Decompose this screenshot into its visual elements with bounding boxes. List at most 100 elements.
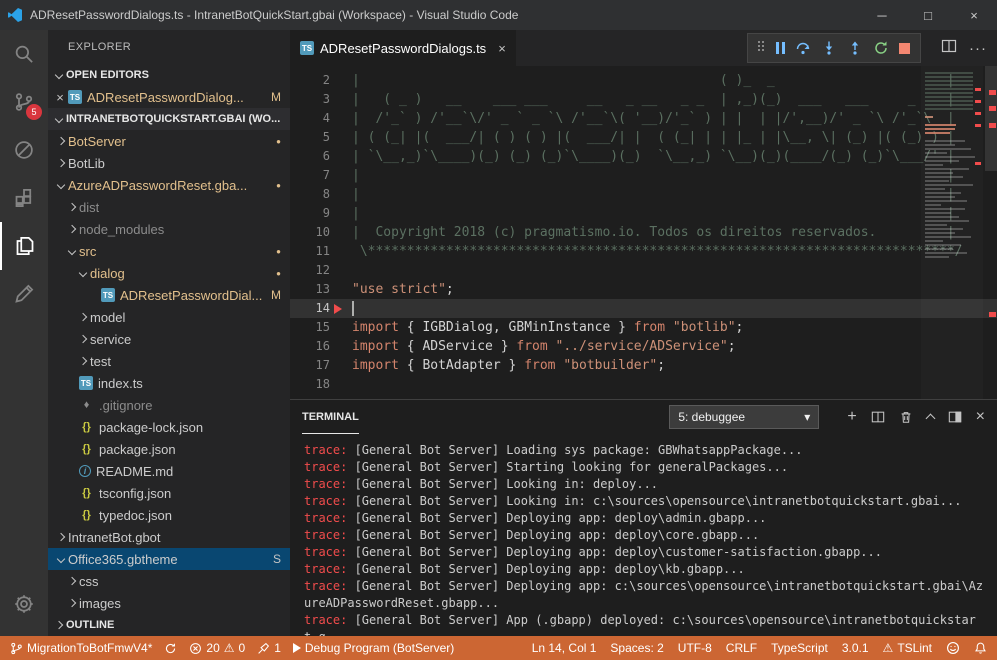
edit-icon[interactable] xyxy=(0,270,48,318)
tree-item[interactable]: AzureADPasswordReset.gba...● xyxy=(48,174,290,196)
tree-item[interactable]: {}tsconfig.json xyxy=(48,482,290,504)
more-actions-icon[interactable]: ··· xyxy=(969,40,987,57)
chevron-right-icon xyxy=(52,618,66,632)
open-editors-label: OPEN EDITORS xyxy=(66,69,149,81)
tree-item-label: IntranetBot.gbot xyxy=(68,530,161,545)
new-terminal-icon[interactable]: + xyxy=(847,408,856,426)
explorer-icon[interactable] xyxy=(0,222,48,270)
step-out-button[interactable] xyxy=(847,40,863,56)
tab-terminal[interactable]: TERMINAL xyxy=(302,400,359,434)
maximize-panel-icon[interactable] xyxy=(927,412,934,422)
chevron-right-icon xyxy=(76,310,90,324)
tree-item[interactable]: service xyxy=(48,328,290,350)
problems-item[interactable]: 20 ⚠ 0 xyxy=(189,641,245,655)
code-editor[interactable]: 2| ( )_ _ |3| ( _ ) __ ___ ___ __ _ __ _… xyxy=(290,66,997,399)
braces-file-icon: {} xyxy=(79,443,94,455)
tree-item[interactable]: dialog● xyxy=(48,262,290,284)
cursor-position[interactable]: Ln 14, Col 1 xyxy=(532,641,597,655)
task-count: 1 xyxy=(274,641,281,655)
twisty-spacer xyxy=(87,288,101,302)
line-content: | ( _ ) __ ___ ___ __ _ __ _ _ | ,_)(_) … xyxy=(352,90,955,109)
debug-target-label: Debug Program (BotServer) xyxy=(305,641,454,655)
tree-item-label: tsconfig.json xyxy=(99,486,171,501)
panel-layout-icon[interactable] xyxy=(948,410,962,424)
log-level: trace: xyxy=(304,528,347,542)
split-terminal-icon[interactable] xyxy=(871,410,885,424)
tree-item[interactable]: ♦.gitignore xyxy=(48,394,290,416)
debug-target-item[interactable]: Debug Program (BotServer) xyxy=(293,641,454,655)
tree-item[interactable]: BotLib xyxy=(48,152,290,174)
tree-item[interactable]: IntranetBot.gbot xyxy=(48,526,290,548)
git-status-badge: M xyxy=(271,288,281,302)
minimap[interactable] xyxy=(921,66,983,399)
log-level: trace: xyxy=(304,443,347,457)
tree-item[interactable]: dist xyxy=(48,196,290,218)
tree-item[interactable]: css xyxy=(48,570,290,592)
extensions-icon[interactable] xyxy=(0,174,48,222)
explorer-tree: BotServer●BotLibAzureADPasswordReset.gba… xyxy=(48,130,290,614)
log-level: trace: xyxy=(304,477,347,491)
open-editors-header[interactable]: OPEN EDITORS xyxy=(48,64,290,86)
chevron-right-icon xyxy=(65,574,79,588)
terminal-panel: TERMINAL 5: debuggee ▾ + xyxy=(290,399,997,636)
log-message: [General Bot Server] Deploying app: depl… xyxy=(347,562,744,576)
split-editor-icon[interactable] xyxy=(941,38,957,59)
tree-item[interactable]: src● xyxy=(48,240,290,262)
tslint-item[interactable]: ⚠ TSLint xyxy=(883,641,932,655)
step-into-button[interactable] xyxy=(821,40,837,56)
editor-scrollbar[interactable] xyxy=(985,66,997,171)
tree-item[interactable]: model xyxy=(48,306,290,328)
minimize-button[interactable]: ─ xyxy=(859,0,905,30)
tree-item[interactable]: {}package-lock.json xyxy=(48,416,290,438)
tree-item[interactable]: images xyxy=(48,592,290,614)
tree-item[interactable]: {}package.json xyxy=(48,438,290,460)
code-line: 11 \************************************… xyxy=(290,242,997,261)
kill-terminal-icon[interactable] xyxy=(899,410,913,424)
debug-icon[interactable] xyxy=(0,126,48,174)
language-mode[interactable]: TypeScript xyxy=(771,641,828,655)
tree-item[interactable]: node_modules xyxy=(48,218,290,240)
source-control-icon[interactable]: 5 xyxy=(0,78,48,126)
open-editor-item[interactable]: × TS ADResetPasswordDialog... M xyxy=(48,86,290,108)
close-editor-icon[interactable]: × xyxy=(52,90,68,105)
line-content: | `\__,_)`\____)(_) (_) (_)`\____)(_) `\… xyxy=(352,147,955,166)
search-icon[interactable] xyxy=(0,30,48,78)
encoding[interactable]: UTF-8 xyxy=(678,641,712,655)
line-number: 10 xyxy=(290,223,330,242)
notifications-bell-icon[interactable] xyxy=(974,641,987,655)
close-panel-icon[interactable]: × xyxy=(976,408,985,426)
tree-item[interactable]: {}typedoc.json xyxy=(48,504,290,526)
tree-item[interactable]: BotServer● xyxy=(48,130,290,152)
git-branch-item[interactable]: MigrationToBotFmwV4* xyxy=(10,641,152,655)
outline-header[interactable]: OUTLINE xyxy=(48,614,290,636)
line-content: | | xyxy=(352,185,955,204)
feedback-smiley-icon[interactable] xyxy=(946,641,960,655)
tree-item[interactable]: test xyxy=(48,350,290,372)
tree-item-label: service xyxy=(90,332,131,347)
terminal-output[interactable]: trace: [General Bot Server] Loading sys … xyxy=(290,434,997,636)
tree-item[interactable]: TSADResetPasswordDial...M xyxy=(48,284,290,306)
pause-button[interactable] xyxy=(776,42,785,54)
tree-item[interactable]: iREADME.md xyxy=(48,460,290,482)
gear-icon[interactable] xyxy=(0,580,48,628)
workspace-header[interactable]: INTRANETBOTQUICKSTART.GBAI (WO... xyxy=(48,108,290,130)
running-tasks-item[interactable]: 1 xyxy=(257,641,281,655)
code-line: 10| Copyright 2018 (c) pragmatismo.io. T… xyxy=(290,223,997,242)
sync-icon[interactable] xyxy=(164,642,177,655)
tree-item[interactable]: Office365.gbthemeS xyxy=(48,548,290,570)
close-tab-icon[interactable]: × xyxy=(498,41,506,56)
ts-version[interactable]: 3.0.1 xyxy=(842,641,869,655)
terminal-selector[interactable]: 5: debuggee ▾ xyxy=(669,405,819,429)
tab-adresetpassworddialogs[interactable]: TS ADResetPasswordDialogs.ts × xyxy=(290,30,516,66)
maximize-button[interactable]: □ xyxy=(905,0,951,30)
close-button[interactable]: × xyxy=(951,0,997,30)
drag-handle-icon[interactable] xyxy=(758,41,766,55)
stop-button[interactable] xyxy=(899,43,910,54)
tree-item-label: src xyxy=(79,244,96,259)
indentation[interactable]: Spaces: 2 xyxy=(610,641,663,655)
step-over-button[interactable] xyxy=(795,40,811,56)
restart-button[interactable] xyxy=(873,40,889,56)
eol[interactable]: CRLF xyxy=(726,641,757,655)
tree-item[interactable]: TSindex.ts xyxy=(48,372,290,394)
tab-label: ADResetPasswordDialogs.ts xyxy=(320,41,486,56)
